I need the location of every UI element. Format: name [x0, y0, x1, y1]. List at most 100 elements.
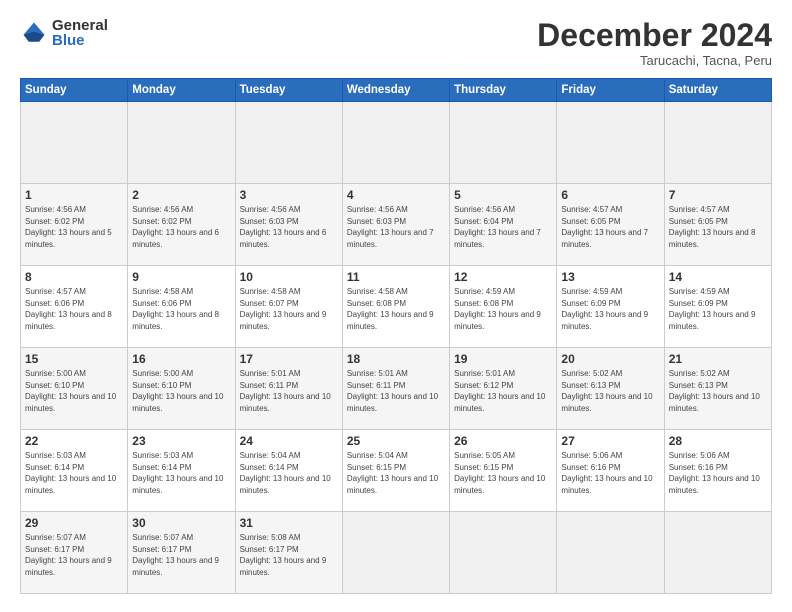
day-number: 6	[561, 188, 659, 202]
day-number: 2	[132, 188, 230, 202]
day-number: 20	[561, 352, 659, 366]
day-detail: Sunrise: 5:02 AMSunset: 6:13 PMDaylight:…	[561, 368, 659, 414]
day-detail: Sunrise: 5:01 AMSunset: 6:12 PMDaylight:…	[454, 368, 552, 414]
table-row: 18 Sunrise: 5:01 AMSunset: 6:11 PMDayligh…	[342, 348, 449, 430]
day-detail: Sunrise: 4:57 AMSunset: 6:05 PMDaylight:…	[669, 204, 767, 250]
day-detail: Sunrise: 4:57 AMSunset: 6:05 PMDaylight:…	[561, 204, 659, 250]
table-row: 7 Sunrise: 4:57 AMSunset: 6:05 PMDaylight…	[664, 184, 771, 266]
day-detail: Sunrise: 4:59 AMSunset: 6:09 PMDaylight:…	[669, 286, 767, 332]
table-row: 14 Sunrise: 4:59 AMSunset: 6:09 PMDayligh…	[664, 266, 771, 348]
table-row: 6 Sunrise: 4:57 AMSunset: 6:05 PMDaylight…	[557, 184, 664, 266]
col-monday: Monday	[128, 79, 235, 102]
day-detail: Sunrise: 4:56 AMSunset: 6:03 PMDaylight:…	[347, 204, 445, 250]
table-row: 25 Sunrise: 5:04 AMSunset: 6:15 PMDayligh…	[342, 430, 449, 512]
table-row: 20 Sunrise: 5:02 AMSunset: 6:13 PMDayligh…	[557, 348, 664, 430]
day-detail: Sunrise: 5:01 AMSunset: 6:11 PMDaylight:…	[347, 368, 445, 414]
day-detail: Sunrise: 4:58 AMSunset: 6:08 PMDaylight:…	[347, 286, 445, 332]
logo-blue-label: Blue	[52, 33, 108, 48]
table-row: 8 Sunrise: 4:57 AMSunset: 6:06 PMDaylight…	[21, 266, 128, 348]
day-number: 27	[561, 434, 659, 448]
day-number: 8	[25, 270, 123, 284]
day-number: 4	[347, 188, 445, 202]
day-detail: Sunrise: 5:03 AMSunset: 6:14 PMDaylight:…	[25, 450, 123, 496]
day-number: 10	[240, 270, 338, 284]
day-detail: Sunrise: 5:05 AMSunset: 6:15 PMDaylight:…	[454, 450, 552, 496]
calendar-week-row	[21, 102, 772, 184]
calendar-week-row: 8 Sunrise: 4:57 AMSunset: 6:06 PMDaylight…	[21, 266, 772, 348]
table-row: 4 Sunrise: 4:56 AMSunset: 6:03 PMDaylight…	[342, 184, 449, 266]
table-row: 10Sunrise: 4:58 AMSunset: 6:07 PMDayligh…	[235, 266, 342, 348]
day-detail: Sunrise: 4:59 AMSunset: 6:08 PMDaylight:…	[454, 286, 552, 332]
day-detail: Sunrise: 4:57 AMSunset: 6:06 PMDaylight:…	[25, 286, 123, 332]
table-row: 17Sunrise: 5:01 AMSunset: 6:11 PMDayligh…	[235, 348, 342, 430]
day-detail: Sunrise: 4:59 AMSunset: 6:09 PMDaylight:…	[561, 286, 659, 332]
table-row: 30Sunrise: 5:07 AMSunset: 6:17 PMDayligh…	[128, 512, 235, 594]
table-row: 23Sunrise: 5:03 AMSunset: 6:14 PMDayligh…	[128, 430, 235, 512]
table-row: 22 Sunrise: 5:03 AMSunset: 6:14 PMDayligh…	[21, 430, 128, 512]
day-number: 13	[561, 270, 659, 284]
col-sunday: Sunday	[21, 79, 128, 102]
table-row	[450, 102, 557, 184]
logo-icon	[20, 19, 48, 47]
table-row: 9 Sunrise: 4:58 AMSunset: 6:06 PMDaylight…	[128, 266, 235, 348]
day-detail: Sunrise: 5:08 AMSunset: 6:17 PMDaylight:…	[240, 532, 338, 578]
table-row: 19 Sunrise: 5:01 AMSunset: 6:12 PMDayligh…	[450, 348, 557, 430]
table-row: 15Sunrise: 5:00 AMSunset: 6:10 PMDayligh…	[21, 348, 128, 430]
header-row: Sunday Monday Tuesday Wednesday Thursday…	[21, 79, 772, 102]
day-number: 31	[240, 516, 338, 530]
table-row: 1Sunrise: 4:56 AMSunset: 6:02 PMDaylight…	[21, 184, 128, 266]
table-row: 26Sunrise: 5:05 AMSunset: 6:15 PMDayligh…	[450, 430, 557, 512]
col-tuesday: Tuesday	[235, 79, 342, 102]
title-block: December 2024 Tarucachi, Tacna, Peru	[537, 18, 772, 68]
table-row	[128, 102, 235, 184]
table-row: 24 Sunrise: 5:04 AMSunset: 6:14 PMDayligh…	[235, 430, 342, 512]
col-friday: Friday	[557, 79, 664, 102]
day-number: 21	[669, 352, 767, 366]
day-detail: Sunrise: 5:04 AMSunset: 6:14 PMDaylight:…	[240, 450, 338, 496]
table-row	[21, 102, 128, 184]
month-title: December 2024	[537, 18, 772, 53]
col-wednesday: Wednesday	[342, 79, 449, 102]
day-detail: Sunrise: 5:07 AMSunset: 6:17 PMDaylight:…	[25, 532, 123, 578]
day-number: 18	[347, 352, 445, 366]
table-row: 21 Sunrise: 5:02 AMSunset: 6:13 PMDayligh…	[664, 348, 771, 430]
day-detail: Sunrise: 4:56 AMSunset: 6:04 PMDaylight:…	[454, 204, 552, 250]
calendar-week-row: 22 Sunrise: 5:03 AMSunset: 6:14 PMDayligh…	[21, 430, 772, 512]
table-row: 27 Sunrise: 5:06 AMSunset: 6:16 PMDayligh…	[557, 430, 664, 512]
logo-text: General Blue	[52, 18, 108, 48]
day-detail: Sunrise: 5:02 AMSunset: 6:13 PMDaylight:…	[669, 368, 767, 414]
table-row: 13 Sunrise: 4:59 AMSunset: 6:09 PMDayligh…	[557, 266, 664, 348]
day-number: 29	[25, 516, 123, 530]
table-row: 31 Sunrise: 5:08 AMSunset: 6:17 PMDayligh…	[235, 512, 342, 594]
calendar-page: General Blue December 2024 Tarucachi, Ta…	[0, 0, 792, 612]
calendar-table: Sunday Monday Tuesday Wednesday Thursday…	[20, 78, 772, 594]
day-number: 19	[454, 352, 552, 366]
day-number: 7	[669, 188, 767, 202]
day-detail: Sunrise: 5:06 AMSunset: 6:16 PMDaylight:…	[561, 450, 659, 496]
table-row	[450, 512, 557, 594]
day-number: 24	[240, 434, 338, 448]
table-row: 12Sunrise: 4:59 AMSunset: 6:08 PMDayligh…	[450, 266, 557, 348]
day-detail: Sunrise: 5:06 AMSunset: 6:16 PMDaylight:…	[669, 450, 767, 496]
day-number: 9	[132, 270, 230, 284]
day-number: 25	[347, 434, 445, 448]
table-row: 16Sunrise: 5:00 AMSunset: 6:10 PMDayligh…	[128, 348, 235, 430]
day-detail: Sunrise: 4:56 AMSunset: 6:03 PMDaylight:…	[240, 204, 338, 250]
day-number: 28	[669, 434, 767, 448]
day-detail: Sunrise: 4:56 AMSunset: 6:02 PMDaylight:…	[132, 204, 230, 250]
calendar-week-row: 29 Sunrise: 5:07 AMSunset: 6:17 PMDayligh…	[21, 512, 772, 594]
calendar-week-row: 15 Sunrise: 5:00 AMSunset: 6:10 PMDayligh…	[21, 348, 772, 430]
day-detail: Sunrise: 5:04 AMSunset: 6:15 PMDaylight:…	[347, 450, 445, 496]
day-number: 11	[347, 270, 445, 284]
day-number: 15	[25, 352, 123, 366]
table-row	[235, 102, 342, 184]
table-row	[557, 512, 664, 594]
day-number: 22	[25, 434, 123, 448]
table-row	[342, 102, 449, 184]
day-number: 14	[669, 270, 767, 284]
day-detail: Sunrise: 5:00 AMSunset: 6:10 PMDaylight:…	[132, 368, 230, 414]
day-detail: Sunrise: 4:58 AMSunset: 6:06 PMDaylight:…	[132, 286, 230, 332]
table-row: 5Sunrise: 4:56 AMSunset: 6:04 PMDaylight…	[450, 184, 557, 266]
day-detail: Sunrise: 5:07 AMSunset: 6:17 PMDaylight:…	[132, 532, 230, 578]
header: General Blue December 2024 Tarucachi, Ta…	[20, 18, 772, 68]
